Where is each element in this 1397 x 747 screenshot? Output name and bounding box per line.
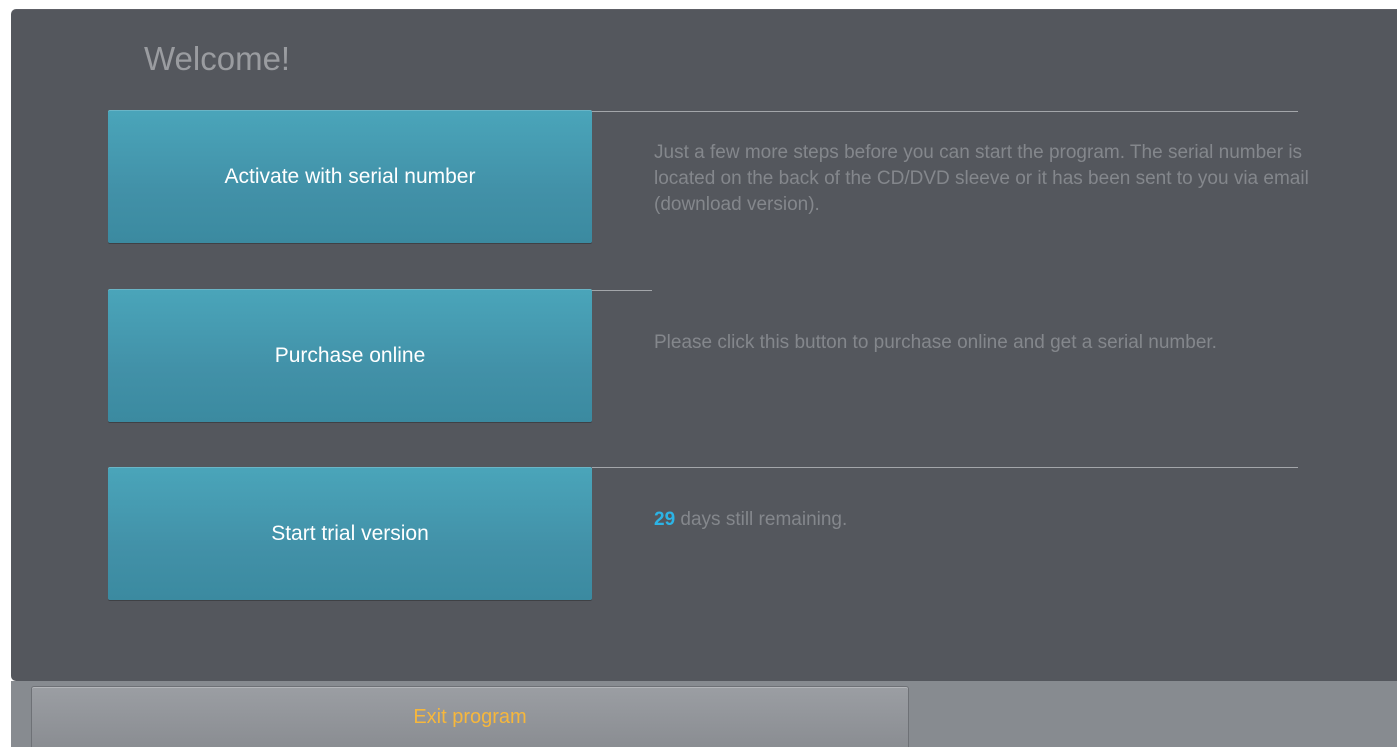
activate-serial-description: Just a few more steps before you can sta… — [654, 142, 1309, 215]
days-remaining-suffix: days still remaining. — [675, 509, 848, 530]
purchase-online-button[interactable]: Purchase online — [108, 289, 592, 422]
exit-program-button[interactable]: Exit program — [31, 686, 909, 747]
start-trial-button[interactable]: Start trial version — [108, 467, 592, 600]
separator-line — [592, 467, 1298, 468]
purchase-online-description: Please click this button to purchase onl… — [654, 332, 1217, 353]
separator-line — [592, 111, 1298, 112]
activate-serial-button[interactable]: Activate with serial number — [108, 110, 592, 243]
page-title: Welcome! — [144, 40, 291, 77]
trial-remaining-text: 29 days still remaining. — [654, 507, 1354, 533]
days-remaining-count: 29 — [654, 509, 676, 530]
separator-line — [592, 290, 652, 291]
